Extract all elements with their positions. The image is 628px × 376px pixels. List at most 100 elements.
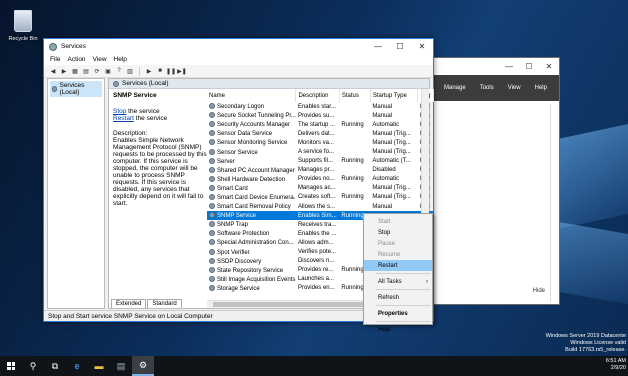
menu-file[interactable]: File (50, 56, 60, 63)
service-status (339, 111, 370, 120)
service-description: Enables Sim... (295, 211, 340, 221)
service-startup-type: Manual (Trig... (372, 139, 411, 146)
menu-item-properties[interactable]: Properties (364, 308, 432, 319)
clock-date: 2/9/20 (610, 365, 626, 371)
task-view-icon[interactable]: ⧉ (44, 356, 66, 376)
file-explorer-icon[interactable]: ▬ (88, 356, 110, 376)
gear-icon (209, 112, 215, 119)
service-status (339, 202, 370, 211)
name-cell: Shared PC Account Manager (207, 166, 296, 175)
column-status[interactable]: Status (339, 89, 371, 102)
menu-manage[interactable]: Manage (444, 85, 466, 91)
service-startup-type: Manual (Trig... (372, 194, 411, 201)
table-row[interactable]: Shell Hardware Detection Provides no... Ru… (207, 175, 434, 184)
menu-item-all-tasks[interactable]: All Tasks › (364, 276, 432, 287)
minimize-icon[interactable]: — (367, 42, 389, 51)
table-row[interactable]: Sensor Data Service Delivers dat... Manual… (207, 129, 434, 138)
gear-icon (209, 148, 215, 155)
menu-view[interactable]: View (93, 56, 107, 63)
column-name[interactable]: Name (207, 89, 297, 102)
export-icon[interactable]: ▣ (104, 67, 112, 75)
refresh-icon[interactable]: ⟳ (93, 67, 101, 75)
table-row[interactable]: Security Accounts Manager The startup ...… (207, 120, 434, 129)
name-cell: State Repository Service (207, 266, 296, 275)
description-label: Description: (113, 130, 148, 137)
services-app-icon (49, 42, 57, 51)
menu-tools[interactable]: Tools (480, 85, 494, 91)
service-name: Spot Verifier (217, 249, 250, 256)
maximize-icon[interactable]: ☐ (519, 62, 539, 71)
menu-item-restart[interactable]: Restart (364, 260, 432, 271)
table-row[interactable]: Server Supports fil... Running Automatic (T… (207, 157, 434, 166)
tree-node-services-local[interactable]: Services (Local) (50, 81, 102, 97)
menu-view[interactable]: View (508, 85, 521, 91)
start-service-icon[interactable]: ▶ (145, 67, 153, 75)
search-icon[interactable]: ⚲ (22, 356, 44, 376)
table-row[interactable]: Secure Socket Tunneling Pr... Provides su… (207, 111, 434, 120)
tab-extended[interactable]: Extended (111, 299, 147, 308)
service-description: Provides su... (297, 112, 335, 119)
service-description: Allows adm... (297, 239, 334, 246)
service-name: State Repository Service (217, 267, 284, 274)
table-row[interactable]: Shared PC Account Manager Manages pr... Di… (207, 166, 434, 175)
service-description: A service fo... (297, 149, 334, 156)
service-name: Sensor Monitoring Service (217, 140, 288, 147)
close-icon[interactable]: ✕ (539, 62, 559, 71)
server-manager-icon[interactable]: ▤ (110, 356, 132, 376)
service-description: Enables the ... (297, 230, 337, 237)
hide-link[interactable]: Hide (533, 288, 545, 294)
gear-icon (209, 203, 215, 210)
server-manager-menubar: Manage Tools View Help (428, 75, 559, 101)
edge-browser-icon[interactable]: e (66, 356, 88, 376)
properties-icon[interactable]: ▤ (82, 67, 90, 75)
menu-help[interactable]: Help (114, 56, 127, 63)
maximize-icon[interactable]: ☐ (389, 42, 411, 51)
name-cell: Smart Card Removal Policy (207, 202, 296, 211)
windows-watermark: Windows Server 2019 Datacente Windows Li… (546, 333, 626, 354)
table-row[interactable]: Smart CardManages ac...Manual (Trig...Lo… (207, 184, 434, 193)
recycle-bin-icon (14, 10, 32, 32)
server-manager-scrollbar[interactable] (550, 104, 557, 302)
table-row[interactable]: Smart Card Device Enumera... Creates soft… (207, 193, 434, 202)
pane-header: Services (Local) (109, 79, 429, 89)
help-icon[interactable]: ? (115, 67, 123, 75)
back-icon[interactable]: ◀ (49, 67, 57, 75)
stop-suffix: the service (126, 108, 160, 115)
restart-service-icon[interactable]: ▶❚ (177, 67, 187, 75)
stop-link[interactable]: Stop (113, 108, 126, 115)
table-row[interactable]: Sensor Service A service fo... Manual (Tri… (207, 147, 434, 156)
table-row[interactable]: Smart Card Removal Policy Allows the s...… (207, 202, 434, 211)
system-clock[interactable]: 6:51 AM 2/9/20 (606, 358, 626, 372)
name-cell: Smart Card Device Enumera... (207, 193, 296, 202)
menu-help[interactable]: Help (535, 85, 547, 91)
menu-item-refresh[interactable]: Refresh (364, 292, 432, 303)
service-name: Smart Card Device Enumera... (217, 194, 296, 201)
menu-item-pause[interactable]: Pause (364, 238, 432, 249)
services-titlebar: Services — ☐ ✕ (44, 39, 433, 54)
pause-service-icon[interactable]: ❚❚ (166, 67, 176, 75)
minimize-icon[interactable]: — (499, 62, 519, 71)
menu-item-help[interactable]: Help (364, 324, 432, 335)
table-row[interactable]: Secondary LogonEnables star...ManualLoc (207, 102, 434, 111)
watermark-line: Windows License valid (570, 340, 626, 346)
tab-standard[interactable]: Standard (147, 299, 182, 308)
table-row[interactable]: Sensor Monitoring Service Monitors va... M… (207, 138, 434, 147)
column-startup-type[interactable]: Startup Type (370, 89, 419, 102)
gear-icon (209, 166, 215, 173)
menu-item-stop[interactable]: Stop (364, 227, 432, 238)
restart-link[interactable]: Restart (113, 115, 134, 122)
menu-action[interactable]: Action (67, 56, 85, 63)
stop-service-icon[interactable]: ■ (156, 67, 164, 75)
services-taskbar-icon[interactable]: ⚙ (132, 356, 154, 376)
service-status (339, 102, 370, 111)
column-description[interactable]: Description (295, 89, 340, 102)
start-button[interactable] (0, 356, 22, 376)
menu-item-start[interactable]: Start (364, 216, 432, 227)
service-status (339, 129, 370, 138)
show-hide-tree-icon[interactable]: ▦ (71, 67, 79, 75)
forward-icon[interactable]: ▶ (60, 67, 68, 75)
close-icon[interactable]: ✕ (411, 42, 433, 51)
view-icon[interactable]: ▥ (126, 67, 134, 75)
recycle-bin[interactable]: Recycle Bin (6, 10, 40, 42)
menu-item-resume[interactable]: Resume (364, 249, 432, 260)
